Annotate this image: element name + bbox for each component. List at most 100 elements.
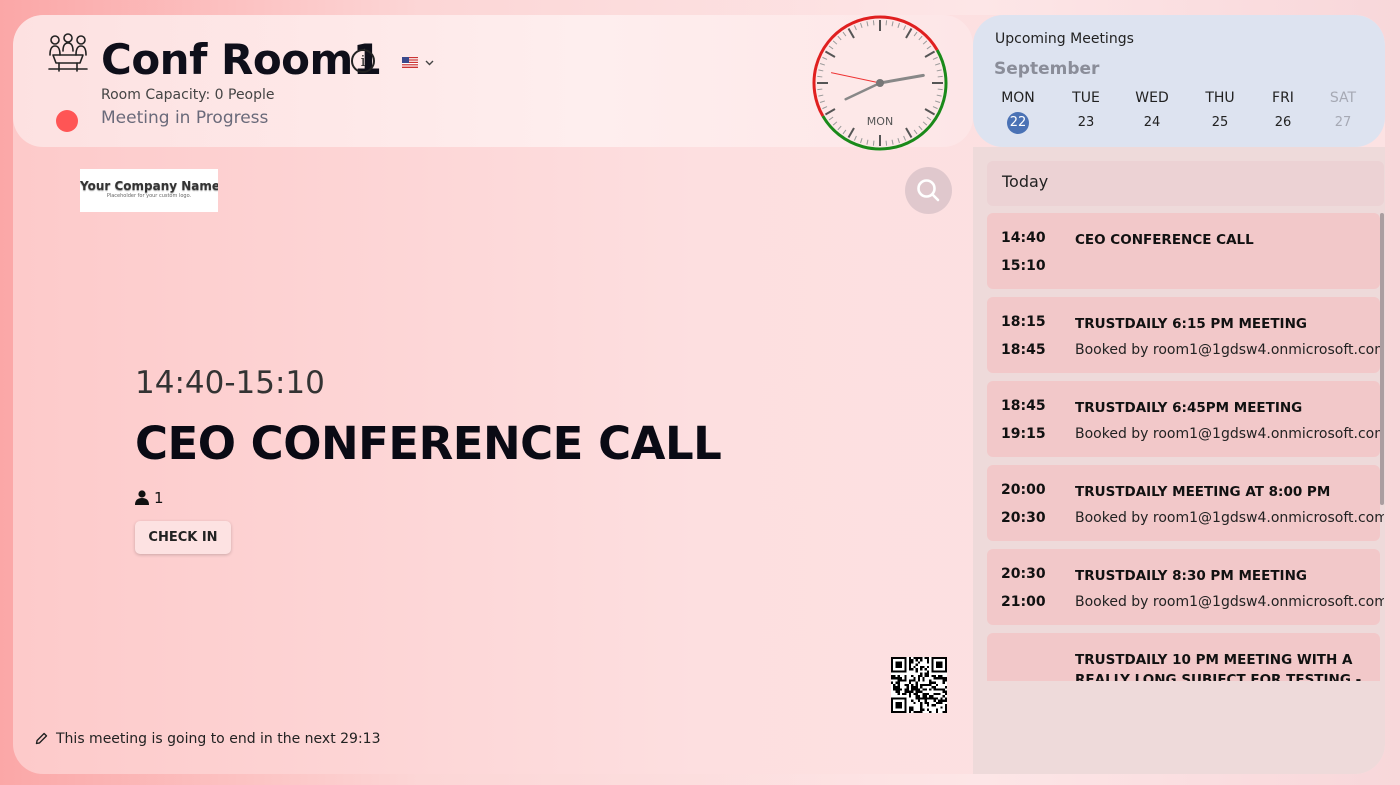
qr-module — [935, 661, 943, 669]
qr-module — [915, 681, 918, 684]
qr-module — [920, 690, 923, 693]
info-icon[interactable]: i — [351, 49, 375, 73]
qr-module — [926, 692, 930, 696]
qr-module — [911, 690, 914, 693]
logo-company-name: Your Company Name — [80, 179, 218, 193]
qr-module — [933, 681, 936, 684]
calendar-day-wed[interactable]: WED 24 — [1127, 90, 1177, 134]
event-end-time: 19:15 — [1001, 426, 1046, 442]
qr-module — [895, 661, 903, 669]
qr-module — [920, 672, 923, 675]
current-meeting-time: 14:40-15:10 — [135, 365, 325, 401]
qr-module — [942, 710, 945, 713]
qr-module — [926, 701, 930, 705]
clock-tick — [817, 88, 823, 91]
event-title: TRUSTDAILY MEETING AT 8:00 PM — [1075, 484, 1331, 500]
room-capacity: Room Capacity: 0 People — [101, 87, 275, 103]
schedule-event[interactable]: TRUSTDAILY 10 PM MEETING WITH A REALLY L… — [987, 633, 1380, 681]
app-frame: Conf Room1 i Room Capacity: 0 People Mee… — [13, 15, 1385, 774]
clock-center — [876, 79, 884, 87]
qr-module — [895, 701, 903, 709]
qr-module — [924, 701, 927, 705]
qr-module — [906, 688, 909, 691]
attendee-count-value: 1 — [154, 489, 164, 507]
calendar-day-mon[interactable]: MON 22 — [993, 90, 1043, 134]
qr-module — [940, 701, 943, 705]
qr-module — [922, 665, 925, 669]
qr-module — [944, 690, 947, 693]
qr-module — [902, 679, 905, 682]
qr-module — [944, 686, 947, 689]
calendar-day-fri[interactable]: FRI 26 — [1258, 90, 1308, 134]
qr-module — [908, 659, 912, 662]
qr-module — [922, 677, 925, 680]
qr-code[interactable] — [891, 657, 947, 713]
schedule-event[interactable]: 20:00 20:30 TRUSTDAILY MEETING AT 8:00 P… — [987, 465, 1384, 541]
qr-module — [915, 668, 918, 671]
qr-module — [920, 701, 923, 705]
qr-module — [904, 690, 907, 693]
qr-module — [931, 681, 934, 684]
schedule-event[interactable]: 14:40 15:10 CEO CONFERENCE CALL — [987, 213, 1380, 289]
qr-module — [897, 679, 900, 682]
qr-module — [897, 674, 900, 678]
qr-module — [908, 661, 912, 664]
qr-module — [911, 659, 914, 662]
qr-module — [944, 710, 947, 713]
qr-module — [924, 657, 927, 660]
qr-module — [904, 657, 907, 673]
qr-module — [924, 672, 927, 675]
schedule-scrollbar[interactable] — [1380, 213, 1384, 505]
schedule-event[interactable]: 18:45 19:15 TRUSTDAILY 6:45PM MEETING Bo… — [987, 381, 1384, 457]
qr-module — [891, 710, 907, 713]
qr-module — [917, 661, 921, 664]
event-start-time: 20:30 — [1001, 566, 1046, 582]
qr-module — [926, 659, 930, 662]
event-organizer: Booked by room1@1gdsw4.onmicrosoft.com — [1075, 426, 1384, 442]
event-end-time: 21:00 — [1001, 594, 1046, 610]
qr-module — [913, 686, 916, 689]
schedule-event[interactable]: 20:30 21:00 TRUSTDAILY 8:30 PM MEETING B… — [987, 549, 1384, 625]
qr-module — [938, 701, 941, 705]
qr-module — [917, 697, 921, 700]
calendar-weekday: SAT — [1329, 90, 1357, 106]
qr-module — [915, 688, 918, 691]
qr-module — [915, 695, 918, 698]
qr-module — [944, 692, 947, 696]
qr-module — [938, 699, 941, 702]
calendar-date: 23 — [1077, 115, 1095, 130]
search-icon — [917, 179, 940, 202]
qr-module — [922, 692, 925, 696]
calendar-date: 25 — [1211, 115, 1229, 130]
meeting-end-notice: This meeting is going to end in the next… — [35, 731, 380, 747]
calendar-day-thu[interactable]: THU 25 — [1195, 90, 1245, 134]
qr-module — [913, 710, 916, 713]
chevron-down-icon[interactable] — [425, 60, 434, 66]
calendar-day-tue[interactable]: TUE 23 — [1061, 90, 1111, 134]
qr-module — [920, 706, 923, 709]
event-start-time: 18:45 — [1001, 398, 1046, 414]
event-start-time: 20:00 — [1001, 482, 1046, 498]
qr-module — [924, 688, 927, 691]
calendar-weekday: MON — [1001, 90, 1035, 106]
qr-module — [891, 674, 894, 678]
qr-module — [906, 683, 909, 687]
qr-module — [897, 686, 900, 689]
schedule-event[interactable]: 18:15 18:45 TRUSTDAILY 6:15 PM MEETING B… — [987, 297, 1384, 373]
qr-module — [915, 659, 918, 662]
search-button[interactable] — [905, 167, 952, 214]
qr-module — [893, 677, 896, 680]
qr-module — [897, 681, 900, 684]
calendar-day-sat[interactable]: SAT 27 — [1318, 90, 1368, 134]
qr-module — [915, 692, 918, 696]
event-title: TRUSTDAILY 10 PM MEETING WITH A REALLY L… — [1075, 652, 1362, 681]
clock-day-label: MON — [867, 115, 893, 128]
qr-module — [942, 679, 945, 682]
qr-module — [911, 686, 914, 689]
attendee-count: 1 — [135, 489, 164, 507]
us-flag-icon[interactable] — [402, 57, 418, 68]
qr-module — [920, 710, 923, 713]
qr-module — [938, 677, 941, 680]
qr-module — [944, 697, 947, 700]
check-in-button[interactable]: CHECK IN — [135, 521, 231, 554]
